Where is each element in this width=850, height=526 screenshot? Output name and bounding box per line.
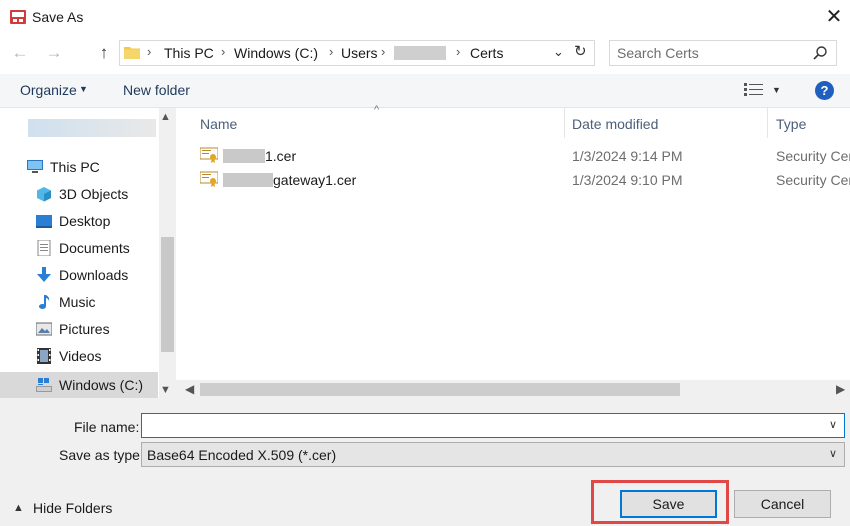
breadcrumb-this-pc[interactable]: This PC bbox=[164, 45, 214, 61]
scroll-down-icon[interactable]: ▼ bbox=[160, 384, 171, 396]
scroll-right-icon[interactable]: ▶ bbox=[836, 382, 845, 396]
file-type: Security Cert bbox=[776, 148, 850, 164]
nav-item-videos[interactable]: Videos bbox=[0, 343, 158, 369]
nav-item-label: Windows (C:) bbox=[59, 377, 144, 393]
nav-scroll-thumb[interactable] bbox=[161, 237, 174, 352]
cube-icon bbox=[37, 187, 51, 202]
sort-ascending-icon: ^ bbox=[374, 104, 380, 116]
redacted-filename bbox=[223, 149, 265, 163]
desktop-icon bbox=[36, 215, 52, 228]
chevron-down-icon[interactable]: ▼ bbox=[772, 85, 781, 95]
chevron-down-icon[interactable]: ▼ bbox=[79, 84, 88, 94]
document-icon bbox=[37, 240, 51, 256]
new-folder-button[interactable]: New folder bbox=[123, 82, 190, 98]
save-as-type-label: Save as type: bbox=[59, 447, 144, 463]
chevron-down-icon[interactable]: ∨ bbox=[829, 447, 837, 460]
back-button[interactable]: ← bbox=[10, 43, 30, 63]
download-icon bbox=[37, 267, 51, 282]
view-options-icon[interactable] bbox=[744, 83, 764, 97]
nav-item-pictures[interactable]: Pictures bbox=[0, 316, 158, 342]
chevron-down-icon[interactable]: ∨ bbox=[829, 418, 837, 431]
hide-folders-button[interactable]: Hide Folders bbox=[33, 500, 112, 516]
breadcrumb-separator: › bbox=[329, 44, 334, 59]
address-dropdown-icon[interactable]: ⌄ bbox=[553, 44, 564, 60]
column-header-type[interactable]: Type bbox=[776, 116, 806, 132]
file-name: gateway1.cer bbox=[273, 172, 357, 188]
column-header-date-modified[interactable]: Date modified bbox=[572, 116, 658, 132]
file-row[interactable]: gateway1.cer 1/3/2024 9:10 PM Security C… bbox=[176, 168, 850, 192]
scroll-up-icon[interactable]: ▲ bbox=[160, 111, 171, 123]
help-icon[interactable]: ? bbox=[815, 81, 834, 100]
nav-item-label: 3D Objects bbox=[59, 186, 129, 202]
search-input[interactable] bbox=[617, 45, 807, 61]
column-divider[interactable] bbox=[564, 108, 565, 138]
nav-item-downloads[interactable]: Downloads bbox=[0, 262, 158, 288]
breadcrumb-windows-c[interactable]: Windows (C:) bbox=[234, 45, 318, 61]
window-title: Save As bbox=[32, 9, 84, 25]
redacted-nav-item[interactable] bbox=[28, 119, 156, 137]
certificate-icon bbox=[200, 147, 218, 163]
file-type: Security Cert bbox=[776, 172, 850, 188]
nav-item-windows-c[interactable]: Windows (C:) bbox=[0, 372, 158, 398]
scroll-left-icon[interactable]: ◀ bbox=[185, 382, 194, 396]
app-icon bbox=[10, 10, 26, 24]
file-name: 1.cer bbox=[265, 148, 297, 164]
nav-item-desktop[interactable]: Desktop bbox=[0, 208, 158, 234]
nav-item-label: This PC bbox=[50, 159, 100, 175]
organize-button[interactable]: Organize bbox=[20, 82, 77, 98]
nav-item-label: Pictures bbox=[59, 321, 110, 337]
breadcrumb-users[interactable]: Users bbox=[341, 45, 378, 61]
breadcrumb-separator: › bbox=[381, 44, 386, 59]
redacted-filename bbox=[223, 173, 273, 187]
search-icon[interactable] bbox=[812, 45, 828, 61]
nav-item-documents[interactable]: Documents bbox=[0, 235, 158, 261]
nav-item-label: Downloads bbox=[59, 267, 129, 283]
nav-item-this-pc[interactable]: This PC bbox=[0, 154, 158, 180]
up-button[interactable]: ↑ bbox=[94, 43, 114, 63]
nav-item-label: Desktop bbox=[59, 213, 111, 229]
close-button[interactable]: ✕ bbox=[820, 4, 848, 30]
file-name-input[interactable] bbox=[141, 413, 845, 438]
chevron-up-icon[interactable]: ▲ bbox=[13, 502, 24, 514]
breadcrumb-certs[interactable]: Certs bbox=[470, 45, 503, 61]
save-as-type-value: Base64 Encoded X.509 (*.cer) bbox=[147, 447, 337, 463]
refresh-icon[interactable]: ↻ bbox=[574, 42, 587, 60]
file-date: 1/3/2024 9:10 PM bbox=[572, 172, 683, 188]
breadcrumb-separator: › bbox=[147, 44, 152, 59]
nav-item-music[interactable]: Music bbox=[0, 289, 158, 315]
redacted-breadcrumb bbox=[394, 46, 446, 60]
save-button[interactable]: Save bbox=[620, 490, 717, 518]
horizontal-scroll-thumb[interactable] bbox=[200, 383, 680, 396]
file-row[interactable]: 1.cer 1/3/2024 9:14 PM Security Cert bbox=[176, 144, 850, 168]
file-date: 1/3/2024 9:14 PM bbox=[572, 148, 683, 164]
music-icon bbox=[39, 295, 50, 309]
folder-icon bbox=[124, 47, 140, 59]
title-bar bbox=[0, 0, 850, 34]
cancel-button[interactable]: Cancel bbox=[734, 490, 831, 518]
column-header-name[interactable]: Name bbox=[200, 116, 237, 132]
nav-item-label: Music bbox=[59, 294, 96, 310]
nav-item-3d-objects[interactable]: 3D Objects bbox=[0, 181, 158, 207]
breadcrumb-separator: › bbox=[221, 44, 226, 59]
forward-button[interactable]: → bbox=[44, 43, 64, 63]
breadcrumb-separator: › bbox=[456, 44, 461, 59]
certificate-icon bbox=[200, 171, 218, 187]
file-name-label: File name: bbox=[74, 419, 140, 435]
nav-item-label: Videos bbox=[59, 348, 102, 364]
column-divider[interactable] bbox=[767, 108, 768, 138]
computer-icon bbox=[27, 160, 43, 173]
video-icon bbox=[37, 348, 51, 364]
nav-item-label: Documents bbox=[59, 240, 130, 256]
drive-icon bbox=[36, 378, 52, 392]
picture-icon bbox=[36, 322, 52, 336]
